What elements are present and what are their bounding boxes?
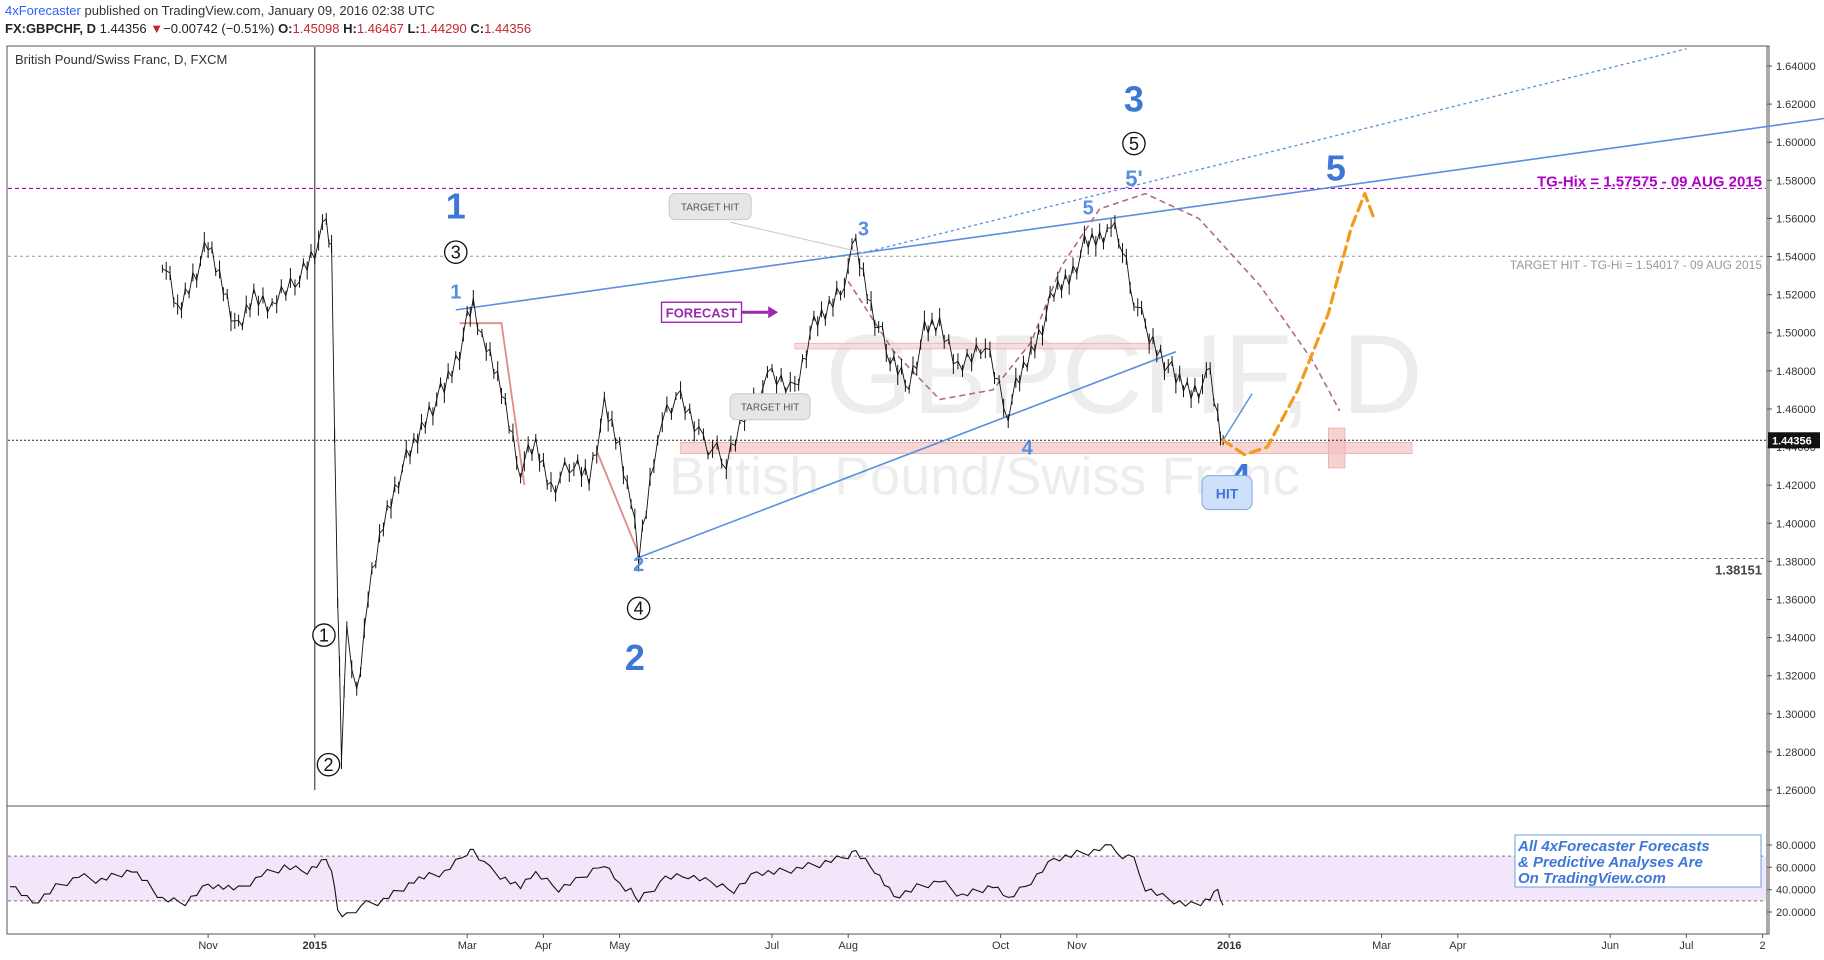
time-axis-label: Apr <box>1449 940 1466 952</box>
price-axis-label: 1.52000 <box>1776 290 1816 302</box>
time-axis-label: Aug <box>838 940 858 952</box>
channel-extension-line <box>863 48 1687 254</box>
wave-circle-label: 1 <box>319 625 329 645</box>
channel-line <box>455 251 864 311</box>
last-price-badge-label: 1.44356 <box>1772 435 1812 447</box>
price-axis-label: 1.26000 <box>1776 785 1816 797</box>
price-axis-label: 1.32000 <box>1776 671 1816 683</box>
price-axis-label: 1.54000 <box>1776 252 1816 264</box>
support-zone <box>1327 427 1346 469</box>
rsi-axis-label: 60.0000 <box>1776 862 1816 874</box>
price-axis-label: 1.48000 <box>1776 366 1816 378</box>
time-axis-label: Jun <box>1601 940 1619 952</box>
wave-degree-label: 1 <box>446 185 466 226</box>
info-line: On TradingView.com <box>1518 870 1666 887</box>
wave-circle-label: 3 <box>451 242 461 262</box>
time-axis-label: 2016 <box>1217 940 1241 952</box>
wave-circle-label: 2 <box>324 755 334 775</box>
price-axis-label: 1.46000 <box>1776 404 1816 416</box>
price-axis-label: 1.58000 <box>1776 175 1816 187</box>
wave-connector-line <box>595 450 640 555</box>
time-axis-label: Nov <box>1067 940 1087 952</box>
info-line: All 4xForecaster Forecasts <box>1517 838 1710 855</box>
time-axis-label: Mar <box>1372 940 1391 952</box>
time-axis-label: Oct <box>992 940 1009 952</box>
level-label-tg-hi: TARGET HIT - TG-Hi = 1.54017 - 09 AUG 20… <box>1510 258 1763 272</box>
wave-circle-label: 4 <box>634 599 644 619</box>
time-axis-label: Mar <box>458 940 477 952</box>
wave-sub-label: 1 <box>450 281 461 303</box>
price-axis-label: 1.42000 <box>1776 480 1816 492</box>
rsi-axis-label: 40.0000 <box>1776 885 1816 897</box>
price-axis-label: 1.28000 <box>1776 747 1816 759</box>
support-zone <box>794 342 1154 350</box>
chart-canvas[interactable]: GBPCHF, DBritish Pound/Swiss Franc Briti… <box>0 0 1824 960</box>
time-axis-label: Jul <box>765 940 779 952</box>
time-axis-label: Apr <box>535 940 552 952</box>
price-axis-label: 1.64000 <box>1776 61 1816 73</box>
info-line: & Predictive Analyses Are <box>1518 854 1703 871</box>
wave-circle-label: 5 <box>1129 134 1139 154</box>
level-label-tg-hix: TG-Hix = 1.57575 - 09 AUG 2015 <box>1537 173 1762 190</box>
bubble-pointer <box>729 221 864 254</box>
price-axis-label: 1.30000 <box>1776 709 1816 721</box>
wave-degree-label: 3 <box>1124 79 1144 120</box>
price-axis-label: 1.36000 <box>1776 594 1816 606</box>
price-axis-label: 1.56000 <box>1776 213 1816 225</box>
time-axis-label: Nov <box>198 940 218 952</box>
wave-sub-label: 5 <box>1083 198 1094 220</box>
time-axis-label: 2015 <box>303 940 327 952</box>
hit-label: HIT <box>1216 486 1239 502</box>
rsi-axis-label: 20.0000 <box>1776 907 1816 919</box>
level-label-low: 1.38151 <box>1715 562 1762 577</box>
wave-degree-label: 5 <box>1326 147 1346 188</box>
wave-sub-label: 4 <box>1022 438 1034 460</box>
target-hit-label: TARGET HIT <box>681 203 740 214</box>
wave-sub-label: 2 <box>633 554 644 576</box>
price-axis-label: 1.40000 <box>1776 518 1816 530</box>
price-axis-label: 1.38000 <box>1776 556 1816 568</box>
target-hit-label: TARGET HIT <box>741 403 800 414</box>
time-axis-label: May <box>609 940 630 952</box>
price-axis-label: 1.62000 <box>1776 99 1816 111</box>
forecast-arrowhead <box>768 306 779 319</box>
wave-connector-line <box>459 322 526 486</box>
time-axis-label: Jul <box>1679 940 1693 952</box>
forecast-label: FORECAST <box>666 305 738 320</box>
rsi-axis-label: 80.0000 <box>1776 840 1816 852</box>
chart-title: British Pound/Swiss Franc, D, FXCM <box>15 52 227 67</box>
support-zone <box>680 441 1413 455</box>
price-axis-label: 1.50000 <box>1776 328 1816 340</box>
wave-degree-label: 2 <box>625 637 645 678</box>
rsi-band <box>8 856 1766 901</box>
price-axis-label: 1.34000 <box>1776 633 1816 645</box>
time-axis-label: 2 <box>1760 940 1766 952</box>
wave-sub-label: 3 <box>858 219 869 241</box>
wave-sub-label: 5' <box>1125 166 1142 191</box>
price-axis-label: 1.60000 <box>1776 137 1816 149</box>
